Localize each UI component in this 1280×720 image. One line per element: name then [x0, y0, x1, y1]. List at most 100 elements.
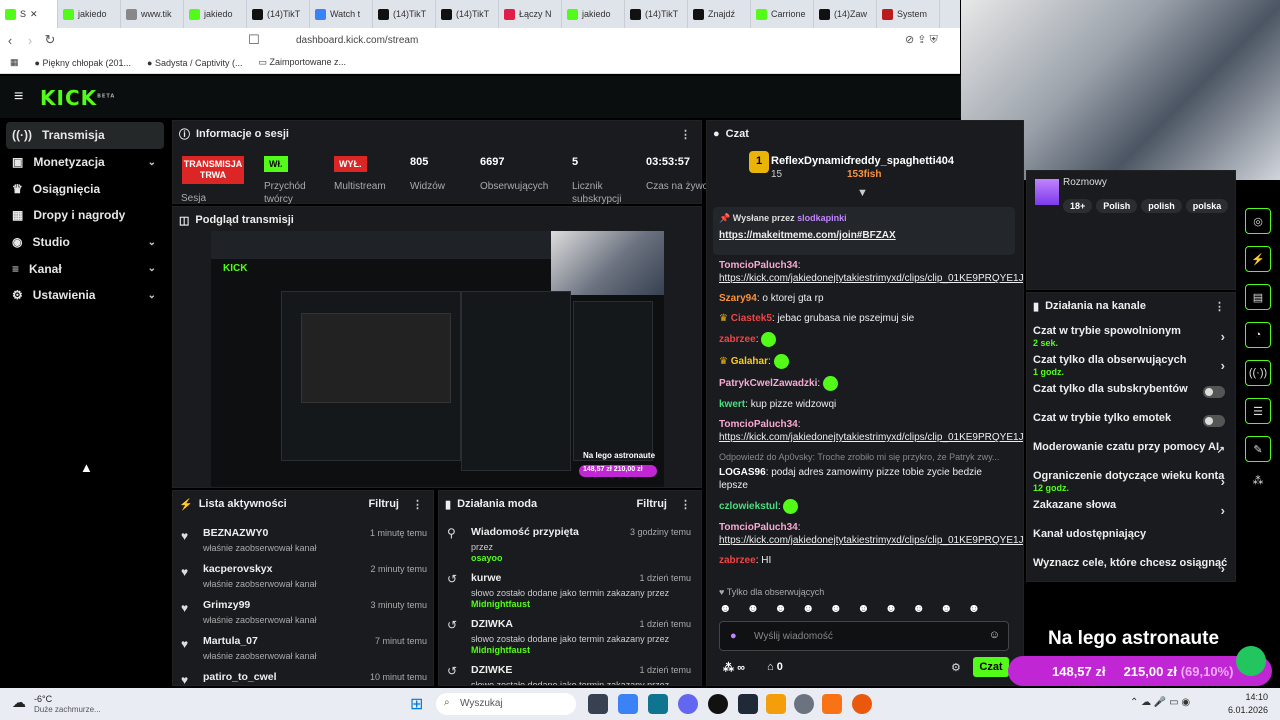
- firefox-icon[interactable]: [852, 694, 872, 714]
- chat-message[interactable]: zabrzee: HI: [719, 554, 1009, 567]
- chevron-down-icon[interactable]: ⌄: [148, 237, 156, 248]
- sidebar-item[interactable]: ▦ Dropy i nagrody: [0, 202, 170, 229]
- sidebar-item[interactable]: ◉ Studio ⌄: [0, 229, 170, 256]
- chat-message[interactable]: PatrykCwelZawadzki:: [719, 376, 1009, 391]
- browser-tab[interactable]: Znajdź: [688, 0, 751, 28]
- activity-row[interactable]: ♥ Martula_07 właśnie zaobserwował kanał 7 m…: [173, 631, 433, 667]
- back-icon[interactable]: ‹: [0, 33, 20, 48]
- tag-chip[interactable]: polska: [1185, 199, 1229, 213]
- browser-tab[interactable]: jakiedo: [562, 0, 625, 28]
- windows-start-icon[interactable]: ⊞: [410, 694, 423, 714]
- channel-action-row[interactable]: Czat tylko dla subskrybentów: [1027, 383, 1235, 412]
- points-display[interactable]: ⁂ ∞: [723, 661, 745, 674]
- tag-chip[interactable]: 18+: [1063, 199, 1093, 213]
- chat-message[interactable]: TomcioPaluch34: https://kick.com/jakiedo…: [719, 521, 1023, 547]
- explorer-icon[interactable]: [766, 694, 786, 714]
- more-icon[interactable]: ⋮: [1214, 300, 1225, 313]
- tag-chip[interactable]: Polish: [1096, 199, 1138, 213]
- chat-message[interactable]: LOGAS96: podaj adres zamowimy pizze tobi…: [719, 466, 1009, 492]
- mod-row[interactable]: ↺ DZIWKE słowo zostało dodane jako termin …: [439, 661, 701, 685]
- bookmark-item[interactable]: ▭ Zaimportowane z...: [258, 57, 346, 68]
- kick-logo[interactable]: KICKBETA: [40, 86, 115, 110]
- chat-username[interactable]: TomcioPaluch34: [719, 260, 798, 271]
- sidebar-item[interactable]: ((·)) Transmisja: [6, 122, 164, 149]
- store-icon[interactable]: [648, 694, 668, 714]
- chat-bubble-icon[interactable]: ◔: [1245, 322, 1271, 348]
- emote-bar[interactable]: ☻☻☻☻☻☻☻☻☻☻: [719, 601, 1009, 617]
- browser-tab[interactable]: www.tik: [121, 0, 184, 28]
- chat-link[interactable]: https://kick.com/jakiedonejtytakiestrimy…: [719, 273, 1023, 284]
- camera-icon[interactable]: ◎: [1245, 208, 1271, 234]
- browser-tab[interactable]: Łączy N: [499, 0, 562, 28]
- messenger-icon[interactable]: [678, 694, 698, 714]
- channel-action-row[interactable]: Czat w trybie tylko emotek: [1027, 412, 1235, 441]
- mod-row[interactable]: ⚲ Wiadomość przypięta przez osayoo 3 godzin…: [439, 523, 701, 569]
- mod-author[interactable]: Midnightfaust: [471, 599, 530, 609]
- mod-row[interactable]: ↺ kurwe słowo zostało dodane jako termin z…: [439, 569, 701, 615]
- broadcast-icon[interactable]: ((·)): [1245, 360, 1271, 386]
- chevron-right-icon[interactable]: ›: [1221, 503, 1225, 518]
- mic-icon[interactable]: ●: [730, 630, 737, 642]
- more-icon[interactable]: ⋮: [680, 128, 691, 141]
- chat-link[interactable]: https://kick.com/jakiedonejtytakiestrimy…: [719, 432, 1023, 443]
- browser-tab[interactable]: (14)TikT: [247, 0, 310, 28]
- more-tools-icon[interactable]: ⁂: [1245, 474, 1271, 487]
- sidebar-item[interactable]: ⚙ Ustawienia ⌄: [0, 282, 170, 309]
- chat-link[interactable]: https://kick.com/jakiedonejtytakiestrimy…: [719, 535, 1023, 546]
- bookmark-icon[interactable]: ☐: [244, 32, 264, 48]
- taskview-icon[interactable]: [588, 694, 608, 714]
- category-thumbnail[interactable]: [1035, 179, 1059, 205]
- copilot-icon[interactable]: [618, 694, 638, 714]
- wrench-icon[interactable]: ✎: [1245, 436, 1271, 462]
- chat-send-button[interactable]: Czat: [973, 657, 1009, 677]
- reply-context[interactable]: Odpowiedź do Ap0vsky: Troche zrobiło mi …: [719, 451, 1009, 464]
- clock-time[interactable]: 14:10: [1228, 692, 1268, 702]
- sidebar-item[interactable]: ♛ Osiągnięcia: [0, 175, 170, 202]
- channel-action-row[interactable]: Moderowanie czatu przy pomocy AI ↗: [1027, 441, 1235, 470]
- app-icon-2[interactable]: [738, 694, 758, 714]
- channel-action-row[interactable]: Wyznacz cele, które chcesz osiągnąć ›: [1027, 557, 1235, 586]
- chat-username[interactable]: Ciastek5: [731, 313, 772, 324]
- activity-row[interactable]: ♥ BEZNAZWY0 właśnie zaobserwował kanał 1 mi…: [173, 523, 433, 559]
- url-field[interactable]: dashboard.kick.com/stream: [270, 31, 960, 49]
- mod-author[interactable]: Midnightfaust: [471, 645, 530, 655]
- chat-message[interactable]: TomcioPaluch34: https://kick.com/jakiedo…: [719, 259, 1023, 285]
- browser-tab[interactable]: jakiedo: [58, 0, 121, 28]
- site-icons[interactable]: ⊘ ⇪ ⛨: [905, 33, 938, 47]
- chat-message[interactable]: ♛ Galahar:: [719, 354, 1009, 369]
- emoji-icon[interactable]: ☺: [989, 629, 1000, 641]
- browser-tab[interactable]: System: [877, 0, 940, 28]
- chat-username[interactable]: Szary94: [719, 293, 757, 304]
- channel-action-row[interactable]: Kanał udostępniający: [1027, 528, 1235, 557]
- menu-icon[interactable]: ≡: [14, 88, 23, 106]
- weather-temp[interactable]: -6°C: [34, 694, 52, 704]
- activity-filter-button[interactable]: Filtruj: [368, 498, 399, 510]
- channel-action-row[interactable]: Ograniczenie dotyczące wieku konta 12 god…: [1027, 470, 1235, 499]
- tray-icons[interactable]: ⌃ ☁ 🎤 ▭ ◉: [1130, 697, 1190, 708]
- close-tab-icon[interactable]: ✕: [30, 9, 38, 20]
- channel-action-row[interactable]: Czat tylko dla obserwujących 1 godz. ›: [1027, 354, 1235, 383]
- chevron-right-icon[interactable]: ›: [1221, 561, 1225, 576]
- gift-counter[interactable]: ⌂ 0: [767, 661, 783, 673]
- pinned-link[interactable]: https://makeitmeme.com/join#BFZAX: [713, 224, 1015, 241]
- tag-chip[interactable]: polish: [1141, 199, 1182, 213]
- layout-icon[interactable]: ☰: [1245, 398, 1271, 424]
- more-icon[interactable]: ⋮: [412, 498, 423, 511]
- browser-tab[interactable]: (14)TikT: [625, 0, 688, 28]
- chat-username[interactable]: czlowiekstul: [719, 501, 778, 512]
- activity-row[interactable]: ♥ patiro_to_cwel 10 minut temu: [173, 667, 433, 685]
- document-icon[interactable]: ▤: [1245, 284, 1271, 310]
- chat-username[interactable]: PatrykCwelZawadzki: [719, 378, 817, 389]
- bookmark-item[interactable]: ● Sadysta / Captivity (...: [147, 58, 242, 68]
- clock-date[interactable]: 6.01.2026: [1218, 705, 1268, 715]
- browser-tab[interactable]: (14)TikT: [436, 0, 499, 28]
- chevron-down-icon[interactable]: ⌄: [148, 290, 156, 301]
- chat-message[interactable]: Szary94: o ktorej gta rp: [719, 292, 1009, 305]
- chat-username[interactable]: Galahar: [731, 356, 768, 367]
- mod-filter-button[interactable]: Filtruj: [636, 498, 667, 510]
- chat-input[interactable]: ● Wyślij wiadomość ☺: [719, 621, 1009, 651]
- apps-icon[interactable]: ▦: [10, 57, 19, 68]
- chat-message[interactable]: ♛ Ciastek5: jebac grubasa nie pszejmuj s…: [719, 312, 1009, 325]
- browser-tab[interactable]: S ✕: [0, 0, 58, 28]
- sidebar-item[interactable]: ▣ Monetyzacja ⌄: [0, 149, 170, 176]
